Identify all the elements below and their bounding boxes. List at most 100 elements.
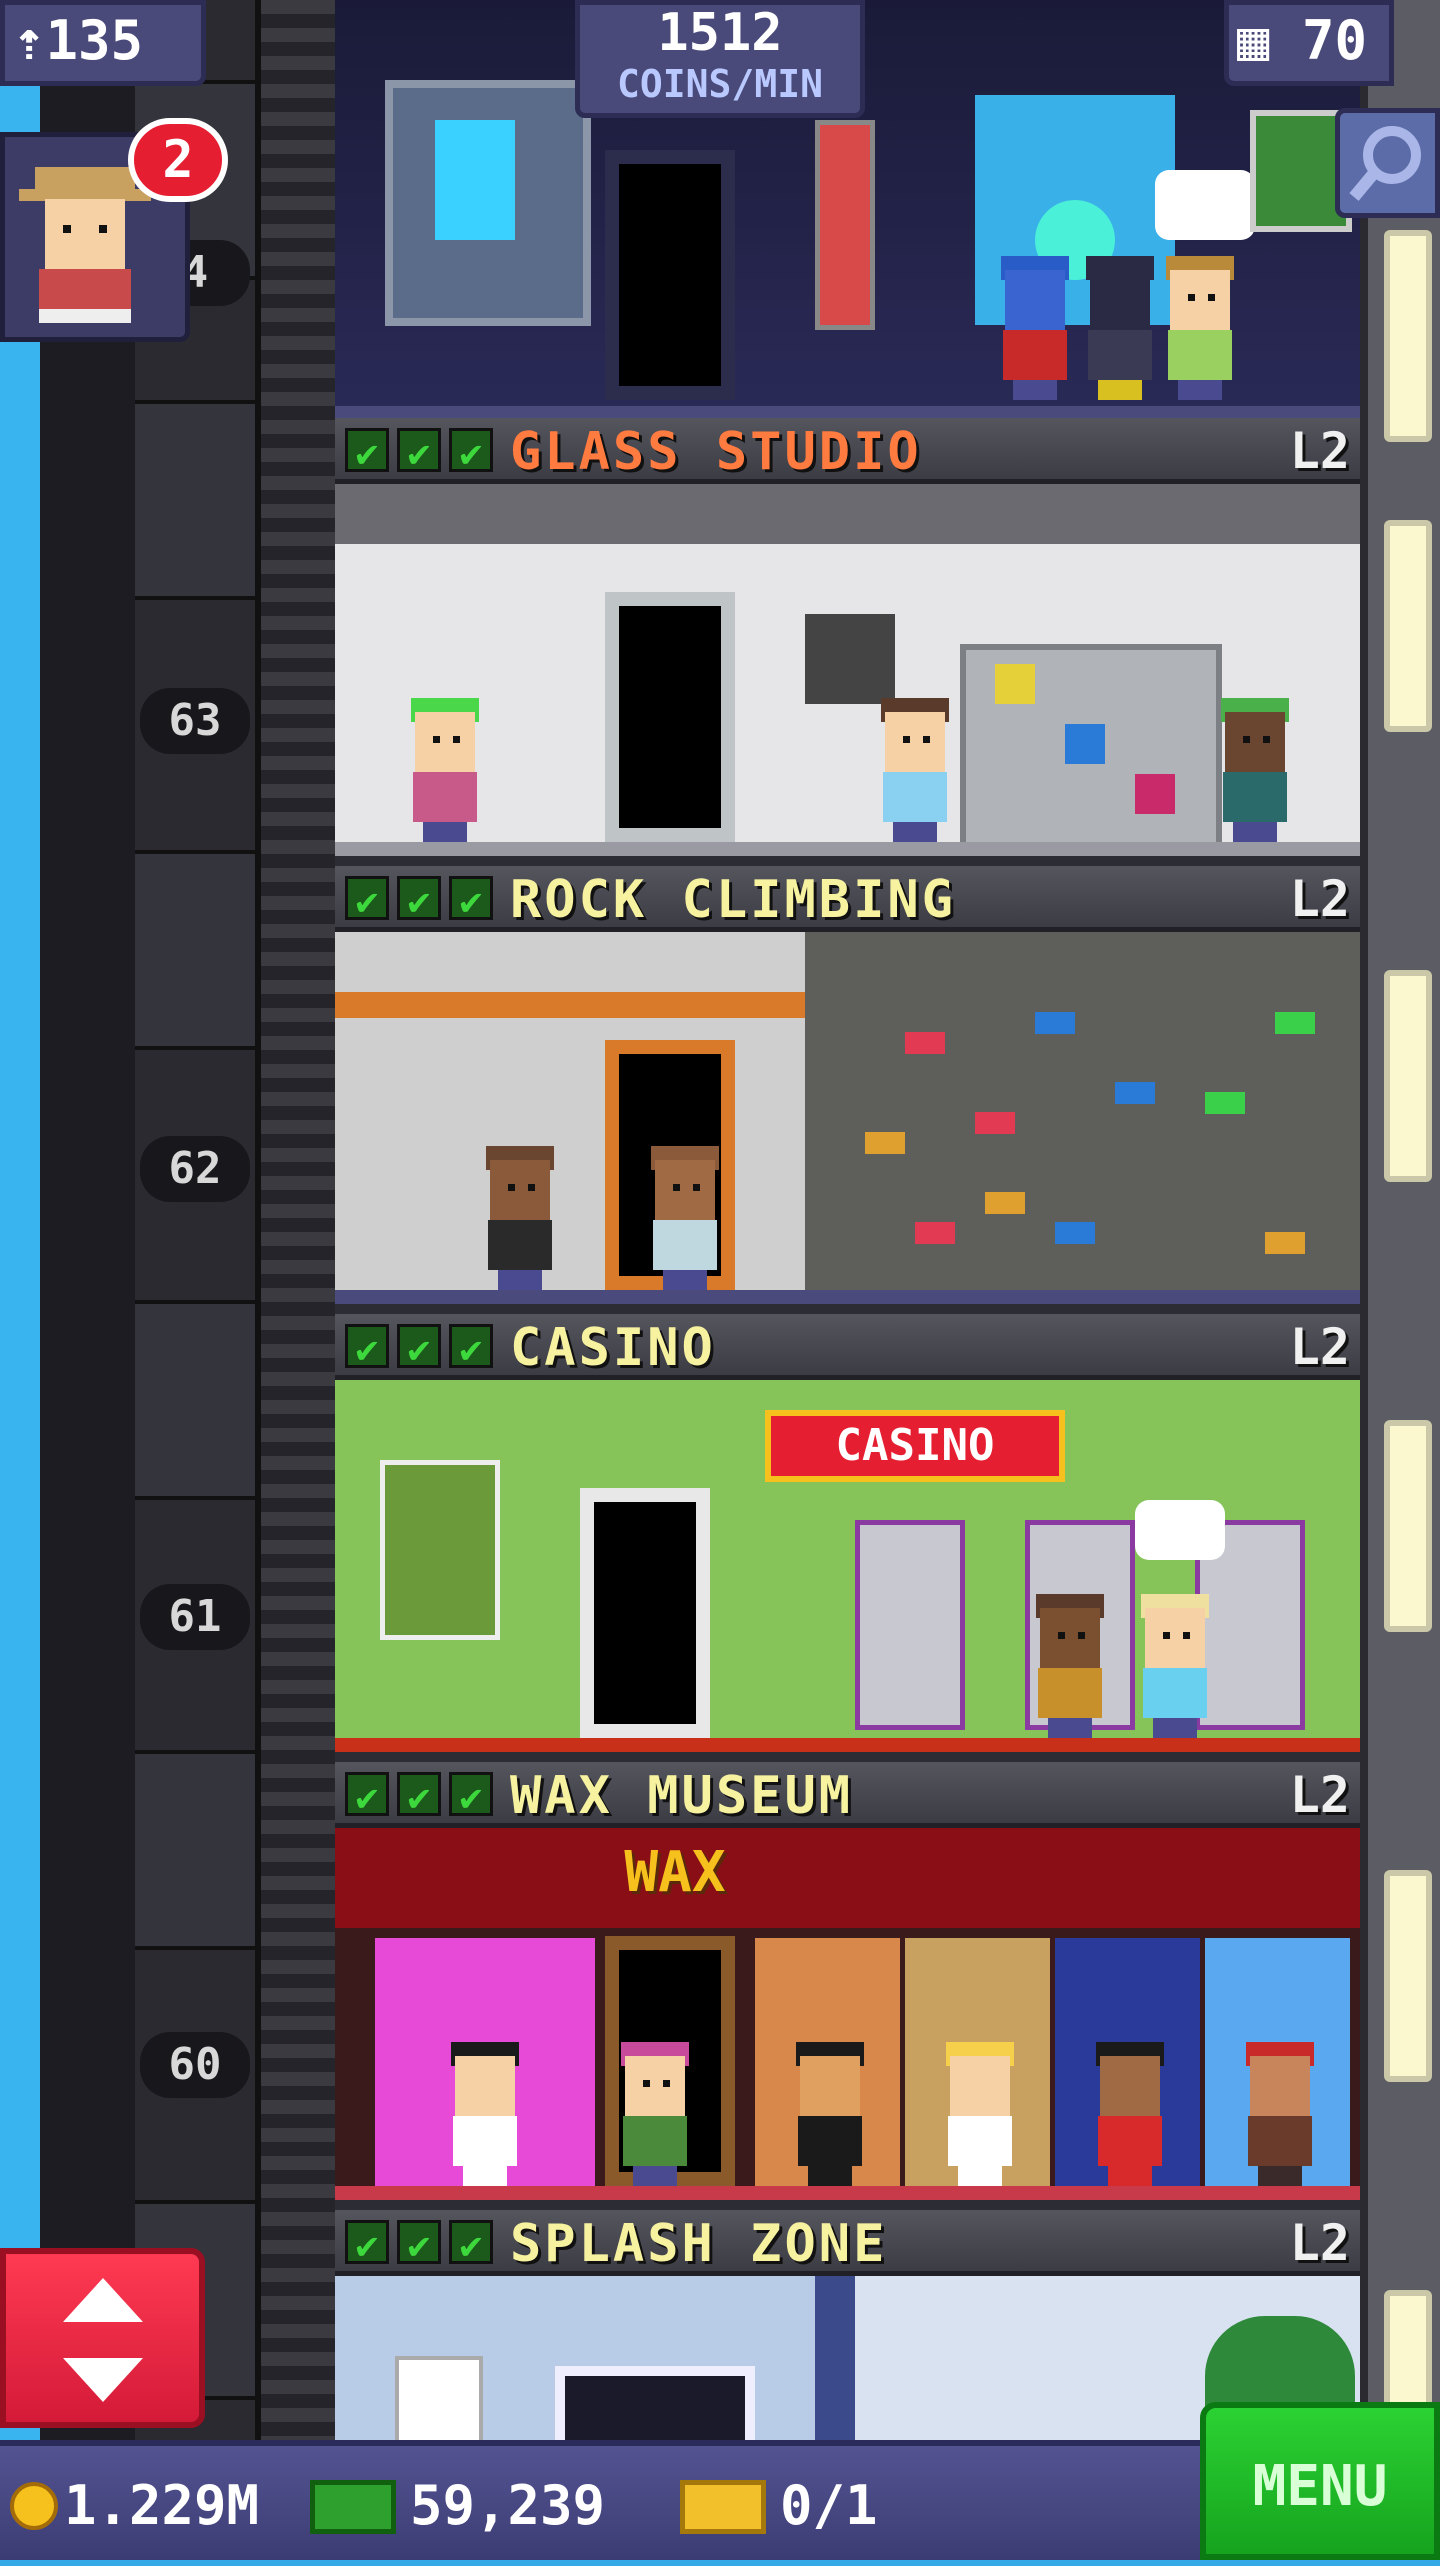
- resident-climber[interactable]: [480, 1140, 560, 1290]
- floor-header: ✔ ✔ ✔ GLASS STUDIO L2: [335, 418, 1360, 484]
- menu-button[interactable]: MENU: [1200, 2402, 1440, 2560]
- building-icon: ▦: [1237, 9, 1270, 72]
- wax-figure: [1240, 2036, 1320, 2186]
- resident-visitor[interactable]: [615, 2036, 695, 2186]
- speech-bubble-icon[interactable]: [1155, 170, 1255, 240]
- shaft-floor-number: 60: [140, 2032, 250, 2098]
- floor-stock-checks: ✔ ✔ ✔: [345, 876, 493, 923]
- climbing-hold: [915, 1222, 955, 1244]
- vip-display[interactable]: 0/1: [680, 2474, 878, 2537]
- floor-name: GLASS STUDIO: [510, 422, 922, 482]
- resident-hero-dark[interactable]: [1080, 250, 1160, 400]
- resident-gambler[interactable]: [1135, 1588, 1215, 1738]
- climbing-hold: [1055, 1222, 1095, 1244]
- shaft-floor-number: 61: [140, 1584, 250, 1650]
- coin-icon: [10, 2482, 58, 2530]
- climbing-hold: [865, 1132, 905, 1154]
- floor-level: L2: [1289, 870, 1350, 928]
- splash-door: [555, 2366, 755, 2440]
- coins-per-minute-value: 1512: [657, 3, 783, 63]
- check-icon: ✔: [345, 876, 389, 923]
- coins-per-minute-label: COINS/MIN: [617, 62, 823, 106]
- glass-studio-room: [335, 484, 1360, 856]
- magnifier-icon: [1349, 126, 1421, 201]
- coins-display[interactable]: 1.229M: [10, 2474, 259, 2537]
- glass-tools-rack: [805, 614, 895, 704]
- resident-visitor[interactable]: [875, 692, 955, 842]
- wood-beam: [335, 992, 805, 1018]
- climbing-hold: [1205, 1092, 1245, 1114]
- tower-window: [1384, 1870, 1432, 2082]
- shaft-panel: [135, 1750, 255, 1950]
- floor-header: ✔ ✔ ✔ CASINO L2: [335, 1314, 1360, 1380]
- population-counter[interactable]: ⇡135: [0, 0, 206, 86]
- check-icon: ✔: [397, 428, 441, 475]
- floor-header: ✔ ✔ ✔ ROCK CLIMBING L2: [335, 866, 1360, 932]
- check-icon: ✔: [345, 1772, 389, 1819]
- shaft-floor-number: 62: [140, 1136, 250, 1202]
- check-icon: ✔: [449, 1324, 493, 1371]
- floor-name: SPLASH ZONE: [510, 2214, 888, 2274]
- floor-count-value: ▦ 70: [1237, 9, 1368, 72]
- casino-door: [580, 1488, 710, 1738]
- climbing-hold: [975, 1112, 1015, 1134]
- slot-machine: [855, 1520, 965, 1730]
- wax-figure: [445, 2036, 525, 2186]
- floor-stock-checks: ✔ ✔ ✔: [345, 1772, 493, 1819]
- coins-per-minute-panel[interactable]: 1512 COINS/MIN: [575, 0, 865, 118]
- lab-dna-tube: [815, 120, 875, 330]
- floor-casino[interactable]: ✔ ✔ ✔ CASINO L2 CASINO: [335, 1314, 1360, 1762]
- glass-vase: [1065, 724, 1105, 764]
- speech-bubble-icon[interactable]: [1135, 1500, 1225, 1560]
- floor-counter[interactable]: ▦ 70: [1224, 0, 1394, 86]
- floor-level: L2: [1289, 422, 1350, 480]
- glass-vase: [995, 664, 1035, 704]
- person-icon: ⇡: [13, 9, 46, 72]
- casino-sign: CASINO: [765, 1410, 1065, 1482]
- bux-display[interactable]: 59,239: [310, 2474, 605, 2537]
- tower-window: [1384, 520, 1432, 732]
- elevator-button[interactable]: [0, 2248, 205, 2428]
- casino-cashier: [380, 1460, 500, 1640]
- ticket-icon: [680, 2480, 766, 2534]
- check-icon: ✔: [397, 1772, 441, 1819]
- floor-glass-studio[interactable]: ✔ ✔ ✔ GLASS STUDIO L2: [335, 418, 1360, 866]
- check-icon: ✔: [397, 2220, 441, 2267]
- floor-level: L2: [1289, 1318, 1350, 1376]
- floor-rock-climbing[interactable]: ✔ ✔ ✔ ROCK CLIMBING L2: [335, 866, 1360, 1314]
- resident-visitor[interactable]: [1215, 692, 1295, 842]
- check-icon: ✔: [449, 1772, 493, 1819]
- shaft-panel: [135, 400, 255, 600]
- wax-figure: [940, 2036, 1020, 2186]
- wax-figure: [790, 2036, 870, 2186]
- floor-level: L2: [1289, 1766, 1350, 1824]
- notification-badge[interactable]: 2: [128, 118, 228, 202]
- floor-header: ✔ ✔ ✔ SPLASH ZONE L2: [335, 2210, 1360, 2276]
- resident-gambler[interactable]: [1030, 1588, 1110, 1738]
- check-icon: ✔: [449, 876, 493, 923]
- elevator-shaft-outer: [40, 0, 141, 2440]
- check-icon: ✔: [449, 428, 493, 475]
- resident-scientist[interactable]: [1160, 250, 1240, 400]
- glass-vase: [1135, 774, 1175, 814]
- check-icon: ✔: [345, 2220, 389, 2267]
- resident-visitor[interactable]: [645, 1140, 725, 1290]
- climbing-hold: [1265, 1232, 1305, 1254]
- floor-name: ROCK CLIMBING: [510, 870, 956, 930]
- resident-glass-worker[interactable]: [405, 692, 485, 842]
- casino-room: CASINO: [335, 1380, 1360, 1752]
- climbing-hold: [1275, 1012, 1315, 1034]
- tower-window: [1384, 970, 1432, 1182]
- climbing-hold: [1115, 1082, 1155, 1104]
- tower-window: [1384, 1420, 1432, 1632]
- lab-hologram: [435, 120, 515, 240]
- floor-stock-checks: ✔ ✔ ✔: [345, 428, 493, 475]
- splash-sign: [395, 2356, 483, 2440]
- check-icon: ✔: [397, 1324, 441, 1371]
- check-icon: ✔: [345, 1324, 389, 1371]
- search-button[interactable]: [1335, 108, 1440, 218]
- resident-hero-red[interactable]: [995, 250, 1075, 400]
- floor-wax-museum[interactable]: ✔ ✔ ✔ WAX MUSEUM L2 WAX: [335, 1762, 1360, 2210]
- wax-sign: WAX: [624, 1840, 726, 1905]
- floor-name: WAX MUSEUM: [510, 1766, 854, 1826]
